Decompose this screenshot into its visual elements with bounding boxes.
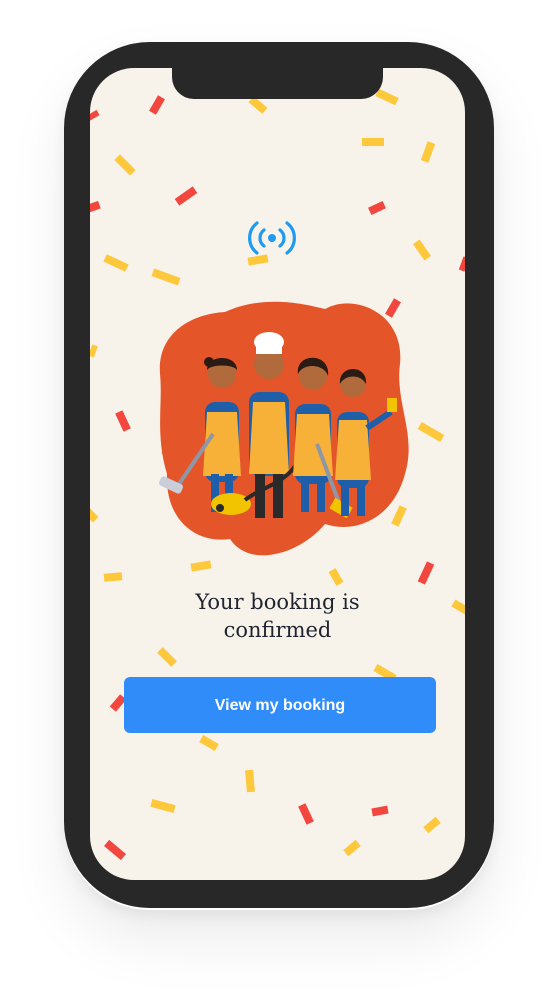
confirmation-title: Your booking is confirmed xyxy=(130,588,425,644)
screen: Your booking is confirmed View my bookin… xyxy=(90,68,465,880)
signal-broadcast-icon xyxy=(248,221,296,255)
view-booking-button[interactable]: View my booking xyxy=(124,677,436,733)
device-notch xyxy=(172,60,383,99)
confirmation-title-line-1: Your booking is xyxy=(195,590,360,614)
cleaning-team-illustration xyxy=(158,301,409,556)
confirmation-title-line-2: confirmed xyxy=(223,618,332,642)
